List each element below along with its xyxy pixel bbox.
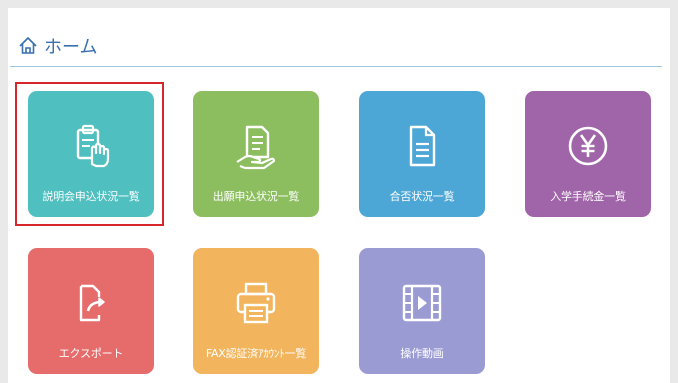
tile-pass-fail-status[interactable]: 合否状況一覧 (359, 91, 485, 217)
page-title: ホーム (44, 37, 98, 58)
document-icon (409, 125, 436, 167)
clipboard-hand-icon (76, 124, 110, 168)
home-icon (19, 37, 37, 54)
tile-seminar-applications[interactable]: 説明会申込状況一覧 (28, 91, 154, 217)
tile-label: 入学手続金一覧 (550, 190, 626, 203)
tile-export[interactable]: エクスポート (28, 248, 154, 374)
tile-label: FAX認証済ｱｶｳﾝﾄ一覧 (205, 347, 307, 360)
tile-label: エクスポート (58, 347, 124, 360)
tile-operation-videos[interactable]: 操作動画 (359, 248, 485, 374)
yen-circle-icon (568, 126, 608, 166)
printer-icon (236, 282, 276, 324)
tile-label: 操作動画 (400, 347, 444, 360)
document-hand-icon (236, 125, 276, 170)
tile-label: 合否状況一覧 (389, 190, 455, 203)
export-icon (79, 284, 105, 322)
tile-application-status[interactable]: 出願申込状況一覧 (193, 91, 319, 217)
page-header: ホーム (10, 26, 662, 67)
tile-fax-accounts[interactable]: FAX認証済ｱｶｳﾝﾄ一覧 (193, 248, 319, 374)
tile-label: 説明会申込状況一覧 (42, 190, 140, 203)
film-icon (402, 284, 442, 322)
tile-enrollment-fees[interactable]: 入学手続金一覧 (525, 91, 651, 217)
tile-label: 出願申込状況一覧 (212, 190, 300, 203)
